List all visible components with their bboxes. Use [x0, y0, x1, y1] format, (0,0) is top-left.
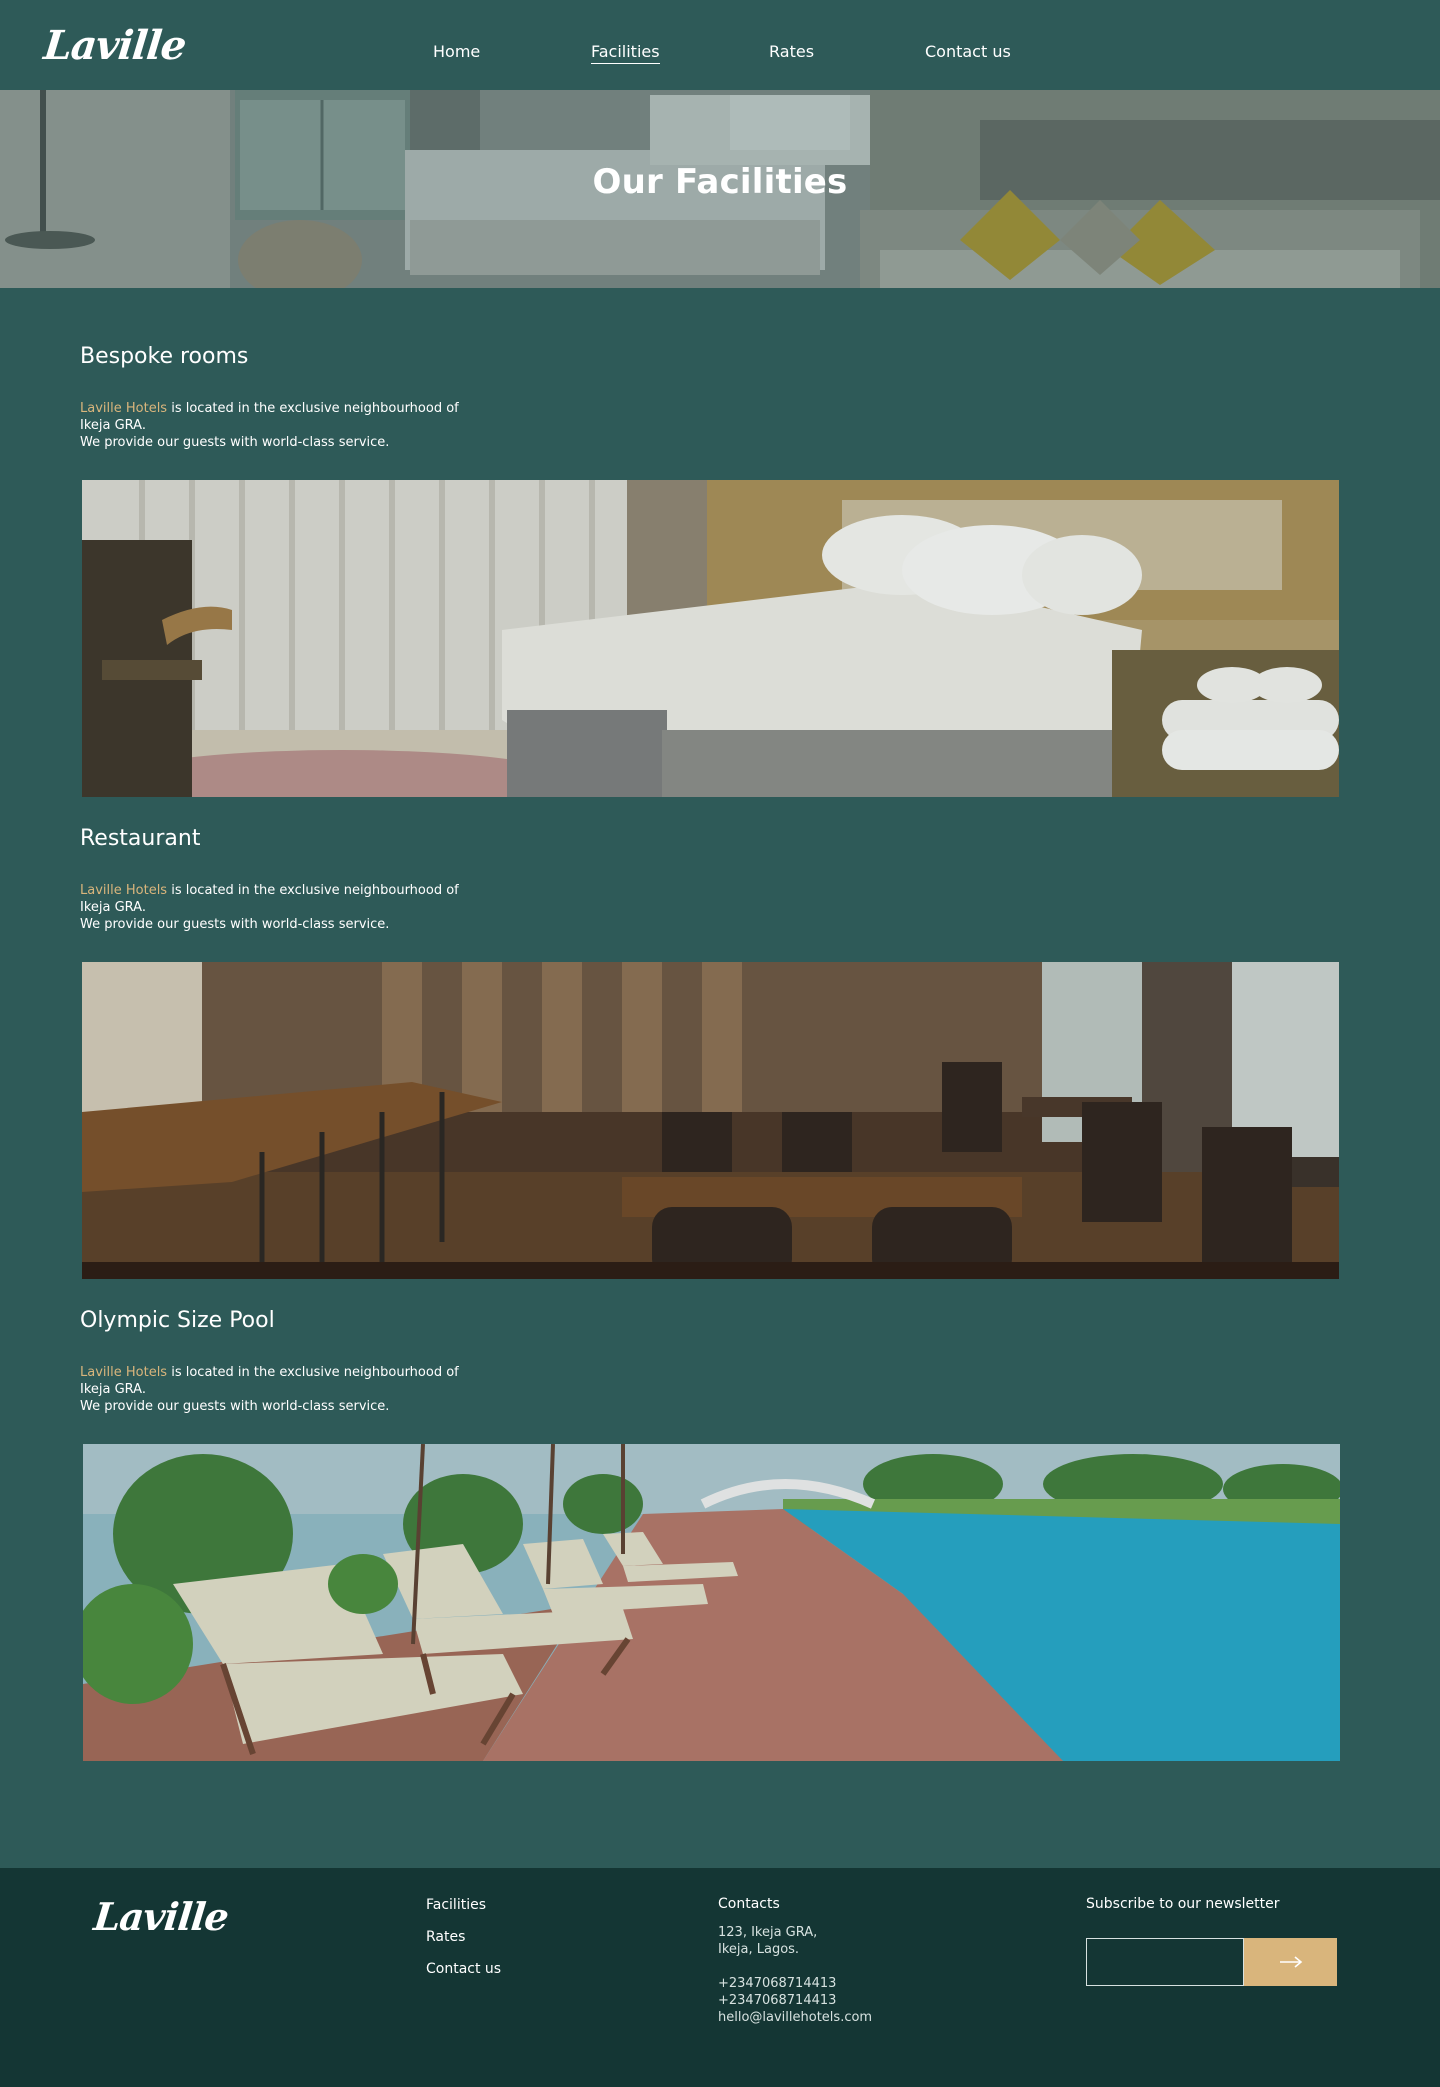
brand-link[interactable]: Laville Hotels [80, 883, 167, 898]
restaurant-image [82, 962, 1339, 1279]
newsletter-heading: Subscribe to our newsletter [1086, 1896, 1280, 1912]
section-title: Bespoke rooms [80, 344, 249, 369]
site-footer: Laville Facilities Rates Contact us Cont… [0, 1868, 1440, 2087]
description-line: We provide our guests with world-class s… [80, 1399, 390, 1414]
newsletter-email-input[interactable] [1086, 1938, 1244, 1986]
footer-logo[interactable]: Laville [92, 1894, 231, 1939]
description-line: is located in the exclusive neighbourhoo… [167, 401, 459, 416]
nav-rates-link[interactable]: Rates [769, 42, 814, 62]
phone-number[interactable]: +2347068714413 [718, 1975, 836, 1992]
description-line: Ikeja GRA. [80, 1382, 146, 1397]
nav-contact-link[interactable]: Contact us [925, 42, 1011, 62]
pool-image [83, 1444, 1340, 1761]
description-line: We provide our guests with world-class s… [80, 435, 390, 450]
footer-link-facilities[interactable]: Facilities [426, 1897, 486, 1913]
section-title: Olympic Size Pool [80, 1308, 275, 1333]
site-logo[interactable]: Laville [42, 22, 188, 69]
nav-home-link[interactable]: Home [433, 42, 480, 62]
section-description: Laville Hotels is located in the exclusi… [80, 882, 500, 933]
section-description: Laville Hotels is located in the exclusi… [80, 1364, 500, 1415]
newsletter-submit-button[interactable] [1244, 1938, 1337, 1986]
nav-facilities-link[interactable]: Facilities [591, 42, 660, 64]
brand-link[interactable]: Laville Hotels [80, 401, 167, 416]
brand-link[interactable]: Laville Hotels [80, 1365, 167, 1380]
section-description: Laville Hotels is located in the exclusi… [80, 400, 500, 451]
bedroom-image [82, 480, 1339, 797]
bedroom-photo [82, 480, 1339, 797]
page-title: Our Facilities [592, 162, 848, 202]
description-line: Ikeja GRA. [80, 418, 146, 433]
phone-number[interactable]: +2347068714413 [718, 1992, 836, 2009]
address-line: Ikeja, Lagos. [718, 1942, 800, 1957]
description-line: is located in the exclusive neighbourhoo… [167, 1365, 459, 1380]
footer-link-rates[interactable]: Rates [426, 1929, 465, 1945]
restaurant-photo [82, 962, 1339, 1279]
hero-banner: Our Facilities [0, 90, 1440, 288]
pool-photo [83, 1444, 1340, 1761]
arrow-right-icon [1279, 1956, 1302, 1968]
description-line: is located in the exclusive neighbourhoo… [167, 883, 459, 898]
site-header: Laville Home Facilities Rates Contact us [0, 0, 1440, 90]
address-line: 123, Ikeja GRA, [718, 1925, 818, 1940]
section-title: Restaurant [80, 826, 201, 851]
contacts-heading: Contacts [718, 1896, 780, 1912]
footer-link-contact[interactable]: Contact us [426, 1961, 501, 1977]
email-address[interactable]: hello@lavillehotels.com [718, 2009, 872, 2026]
description-line: We provide our guests with world-class s… [80, 917, 390, 932]
description-line: Ikeja GRA. [80, 900, 146, 915]
